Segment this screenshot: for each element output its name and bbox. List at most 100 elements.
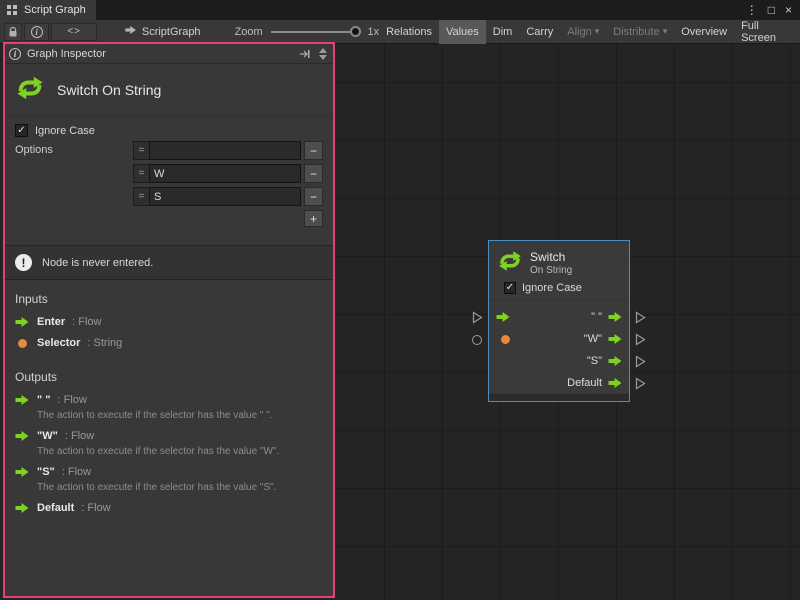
external-input-flow-stub[interactable] <box>472 311 483 324</box>
inputs-header: Inputs <box>15 292 323 306</box>
flow-port-icon <box>15 466 30 478</box>
output-port-label: Default <box>567 377 602 389</box>
graph-icon <box>125 25 137 38</box>
distribute-button[interactable]: Distribute ▾ <box>606 20 674 44</box>
script-graph-window: Script Graph ⋮ □ × i <> ScriptGraph Zoom… <box>0 0 800 600</box>
drag-handle-icon[interactable]: = <box>133 141 149 160</box>
drag-handle-icon[interactable]: = <box>133 164 149 183</box>
info-icon: i <box>9 48 21 60</box>
align-button[interactable]: Align ▾ <box>560 20 606 44</box>
port-name: " " <box>37 394 51 406</box>
drag-handle-icon[interactable]: = <box>133 187 149 206</box>
remove-option-button[interactable]: − <box>304 187 323 206</box>
relations-button[interactable]: Relations <box>379 20 439 44</box>
dim-button[interactable]: Dim <box>486 20 520 44</box>
external-output-stub[interactable] <box>635 311 646 324</box>
option-value-input[interactable] <box>149 141 301 160</box>
ignore-case-checkbox[interactable]: ✓ <box>15 124 28 137</box>
script-graph-tab-icon <box>6 4 18 16</box>
inspector-node-title: Switch On String <box>57 82 161 98</box>
switch-icon <box>15 73 45 106</box>
external-output-stub[interactable] <box>635 333 646 346</box>
selector-value-port[interactable] <box>501 335 510 344</box>
overview-button[interactable]: Overview <box>674 20 734 44</box>
warning-message: Node is never entered. <box>42 257 153 269</box>
enter-flow-port[interactable] <box>496 311 511 323</box>
flow-port-icon <box>15 394 30 406</box>
port-name: "S" <box>37 466 55 478</box>
fullscreen-button[interactable]: Full Screen <box>734 20 798 44</box>
node-ports: " " "W" "S" Default <box>489 300 629 394</box>
tab-script-graph[interactable]: Script Graph <box>0 0 96 20</box>
kebab-menu-icon[interactable]: ⋮ <box>746 3 758 17</box>
scroll-up-icon[interactable] <box>319 48 327 53</box>
option-row: = − <box>133 164 323 183</box>
remove-option-button[interactable]: − <box>304 164 323 183</box>
output-port-row[interactable]: "S" <box>587 355 623 367</box>
close-icon[interactable]: × <box>785 3 792 17</box>
value-port-icon <box>18 339 27 348</box>
node-subtitle: On String <box>530 265 572 276</box>
external-output-stub[interactable] <box>635 355 646 368</box>
inspector-controls: ✓ Ignore Case Options = − = − <box>5 116 333 237</box>
port-type: : Flow <box>62 466 91 478</box>
node-ignore-case-row: ✓ Ignore Case <box>489 279 629 300</box>
check-icon: ✓ <box>506 283 514 293</box>
option-value-input[interactable] <box>149 187 301 206</box>
options-label: Options <box>15 141 133 227</box>
option-row: = − <box>133 187 323 206</box>
remove-option-button[interactable]: − <box>304 141 323 160</box>
ignore-case-label: Ignore Case <box>35 125 95 137</box>
flow-port-icon <box>15 502 30 514</box>
option-row: = − <box>133 141 323 160</box>
inspector-toggle-button[interactable]: i <box>24 23 50 41</box>
graph-inspector-panel: i Graph Inspector Switch On String ✓ Ign… <box>3 42 335 598</box>
output-port-row[interactable]: Default <box>567 377 623 389</box>
lock-button[interactable] <box>4 23 22 41</box>
options-editor: Options = − = − = − <box>15 141 323 227</box>
flow-port-icon <box>608 311 623 323</box>
flow-port-icon <box>608 333 623 345</box>
zoom-slider-knob[interactable] <box>350 26 361 37</box>
carry-button[interactable]: Carry <box>519 20 560 44</box>
window-titlebar: Script Graph ⋮ □ × <box>0 0 800 20</box>
external-output-stub[interactable] <box>635 377 646 390</box>
external-input-value-stub[interactable] <box>472 335 482 345</box>
output-port-row[interactable]: "W" <box>584 333 623 345</box>
flow-port-icon <box>15 316 30 328</box>
output-port-row: "W" : Flow <box>15 430 323 442</box>
port-type: : String <box>87 337 122 349</box>
switch-on-string-node[interactable]: Switch On String ✓ Ignore Case " " "W" "… <box>488 240 630 402</box>
output-port-row: "S" : Flow <box>15 466 323 478</box>
output-port-label: "S" <box>587 355 602 367</box>
values-button[interactable]: Values <box>439 20 486 44</box>
outputs-header: Outputs <box>15 370 323 384</box>
port-description: The action to execute if the selector ha… <box>37 482 323 493</box>
zoom-label: Zoom <box>235 26 263 38</box>
node-ignore-case-checkbox[interactable]: ✓ <box>504 282 516 294</box>
window-controls: ⋮ □ × <box>746 0 800 20</box>
scroll-down-icon[interactable] <box>319 55 327 60</box>
flow-port-icon <box>608 355 623 367</box>
maximize-icon[interactable]: □ <box>768 3 775 17</box>
zoom-slider[interactable] <box>271 25 362 39</box>
inspector-header-title: Graph Inspector <box>27 48 106 60</box>
lock-icon <box>7 26 19 38</box>
warning-icon: ! <box>15 254 32 271</box>
code-icon: <> <box>67 26 81 37</box>
scrollbar-arrows <box>317 48 329 60</box>
switch-icon <box>497 248 523 277</box>
dock-inspector-icon[interactable] <box>299 49 311 59</box>
options-list: = − = − = − + <box>133 141 323 227</box>
node-footer <box>489 394 629 401</box>
inputs-section: Inputs Enter : Flow Selector : String <box>5 280 333 358</box>
add-option-button[interactable]: + <box>304 210 323 227</box>
port-name: Enter <box>37 316 65 328</box>
output-port-row[interactable]: " " <box>591 311 623 323</box>
code-preview-button[interactable]: <> <box>51 23 96 41</box>
port-type: : Flow <box>58 394 87 406</box>
port-description: The action to execute if the selector ha… <box>37 410 323 421</box>
output-port-row: Default : Flow <box>15 502 323 514</box>
option-value-input[interactable] <box>149 164 301 183</box>
graph-breadcrumb[interactable]: ScriptGraph <box>125 25 201 38</box>
